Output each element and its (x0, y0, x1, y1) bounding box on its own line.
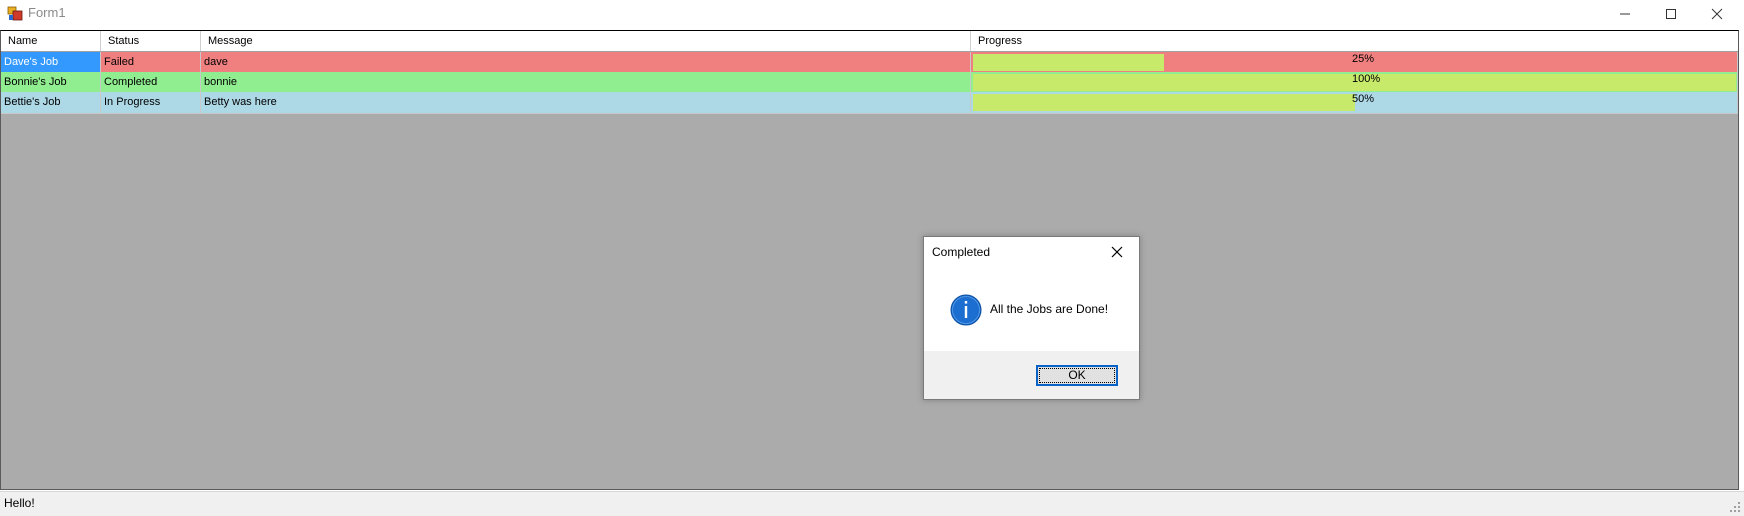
table-row[interactable]: Bonnie's Job Completed bonnie 100% (1, 72, 1738, 94)
minimize-icon (1620, 13, 1630, 15)
progress-bar-fill (973, 94, 1355, 111)
info-icon (950, 294, 982, 326)
cell-name[interactable]: Bonnie's Job (1, 72, 101, 93)
cell-message[interactable]: dave (201, 52, 971, 73)
jobs-grid[interactable]: Name Status Message Progress Dave's Job F… (0, 30, 1739, 490)
dialog-close-icon[interactable] (1108, 243, 1126, 261)
close-icon (1711, 8, 1723, 20)
message-box: Completed All the Jobs are Done! OK (923, 236, 1140, 400)
window-title: Form1 (28, 5, 66, 20)
cell-progress[interactable]: 50% (971, 92, 1738, 113)
title-bar: Form1 (0, 0, 1744, 28)
status-text: Hello! (4, 496, 35, 510)
maximize-icon (1666, 9, 1676, 19)
main-window: Form1 Name Status Message Progress Dave'… (0, 0, 1744, 516)
ok-button[interactable]: OK (1036, 365, 1118, 386)
ok-button-focus-rect (1039, 368, 1115, 383)
column-header-progress[interactable]: Progress (971, 31, 1738, 51)
status-bar: Hello! (0, 491, 1744, 516)
dialog-footer: OK (924, 351, 1139, 399)
cell-status[interactable]: Failed (101, 52, 201, 73)
cell-status[interactable]: Completed (101, 72, 201, 93)
progress-bar-fill (973, 54, 1164, 71)
progress-label: 25% (1352, 53, 1375, 65)
cell-message[interactable]: Betty was here (201, 92, 971, 113)
column-header-message[interactable]: Message (201, 31, 971, 51)
cell-name[interactable]: Bettie's Job (1, 92, 101, 113)
app-icon (7, 6, 23, 21)
cell-name[interactable]: Dave's Job (1, 52, 101, 73)
progress-label: 100% (1352, 73, 1381, 85)
grid-header: Name Status Message Progress (1, 31, 1738, 52)
cell-status[interactable]: In Progress (101, 92, 201, 113)
column-header-name[interactable]: Name (1, 31, 101, 51)
table-row[interactable]: Bettie's Job In Progress Betty was here 50% (1, 92, 1738, 114)
dialog-title: Completed (932, 245, 991, 259)
resize-grip-icon[interactable] (1730, 502, 1741, 513)
column-header-status[interactable]: Status (101, 31, 201, 51)
table-row[interactable]: Dave's Job Failed dave 25% (1, 52, 1738, 74)
minimize-button[interactable] (1602, 0, 1648, 28)
cell-progress[interactable]: 100% (971, 72, 1738, 93)
progress-label: 50% (1352, 93, 1375, 105)
cell-progress[interactable]: 25% (971, 52, 1738, 73)
maximize-button[interactable] (1648, 0, 1694, 28)
dialog-message: All the Jobs are Done! (990, 302, 1109, 316)
close-button[interactable] (1694, 0, 1740, 28)
cell-message[interactable]: bonnie (201, 72, 971, 93)
